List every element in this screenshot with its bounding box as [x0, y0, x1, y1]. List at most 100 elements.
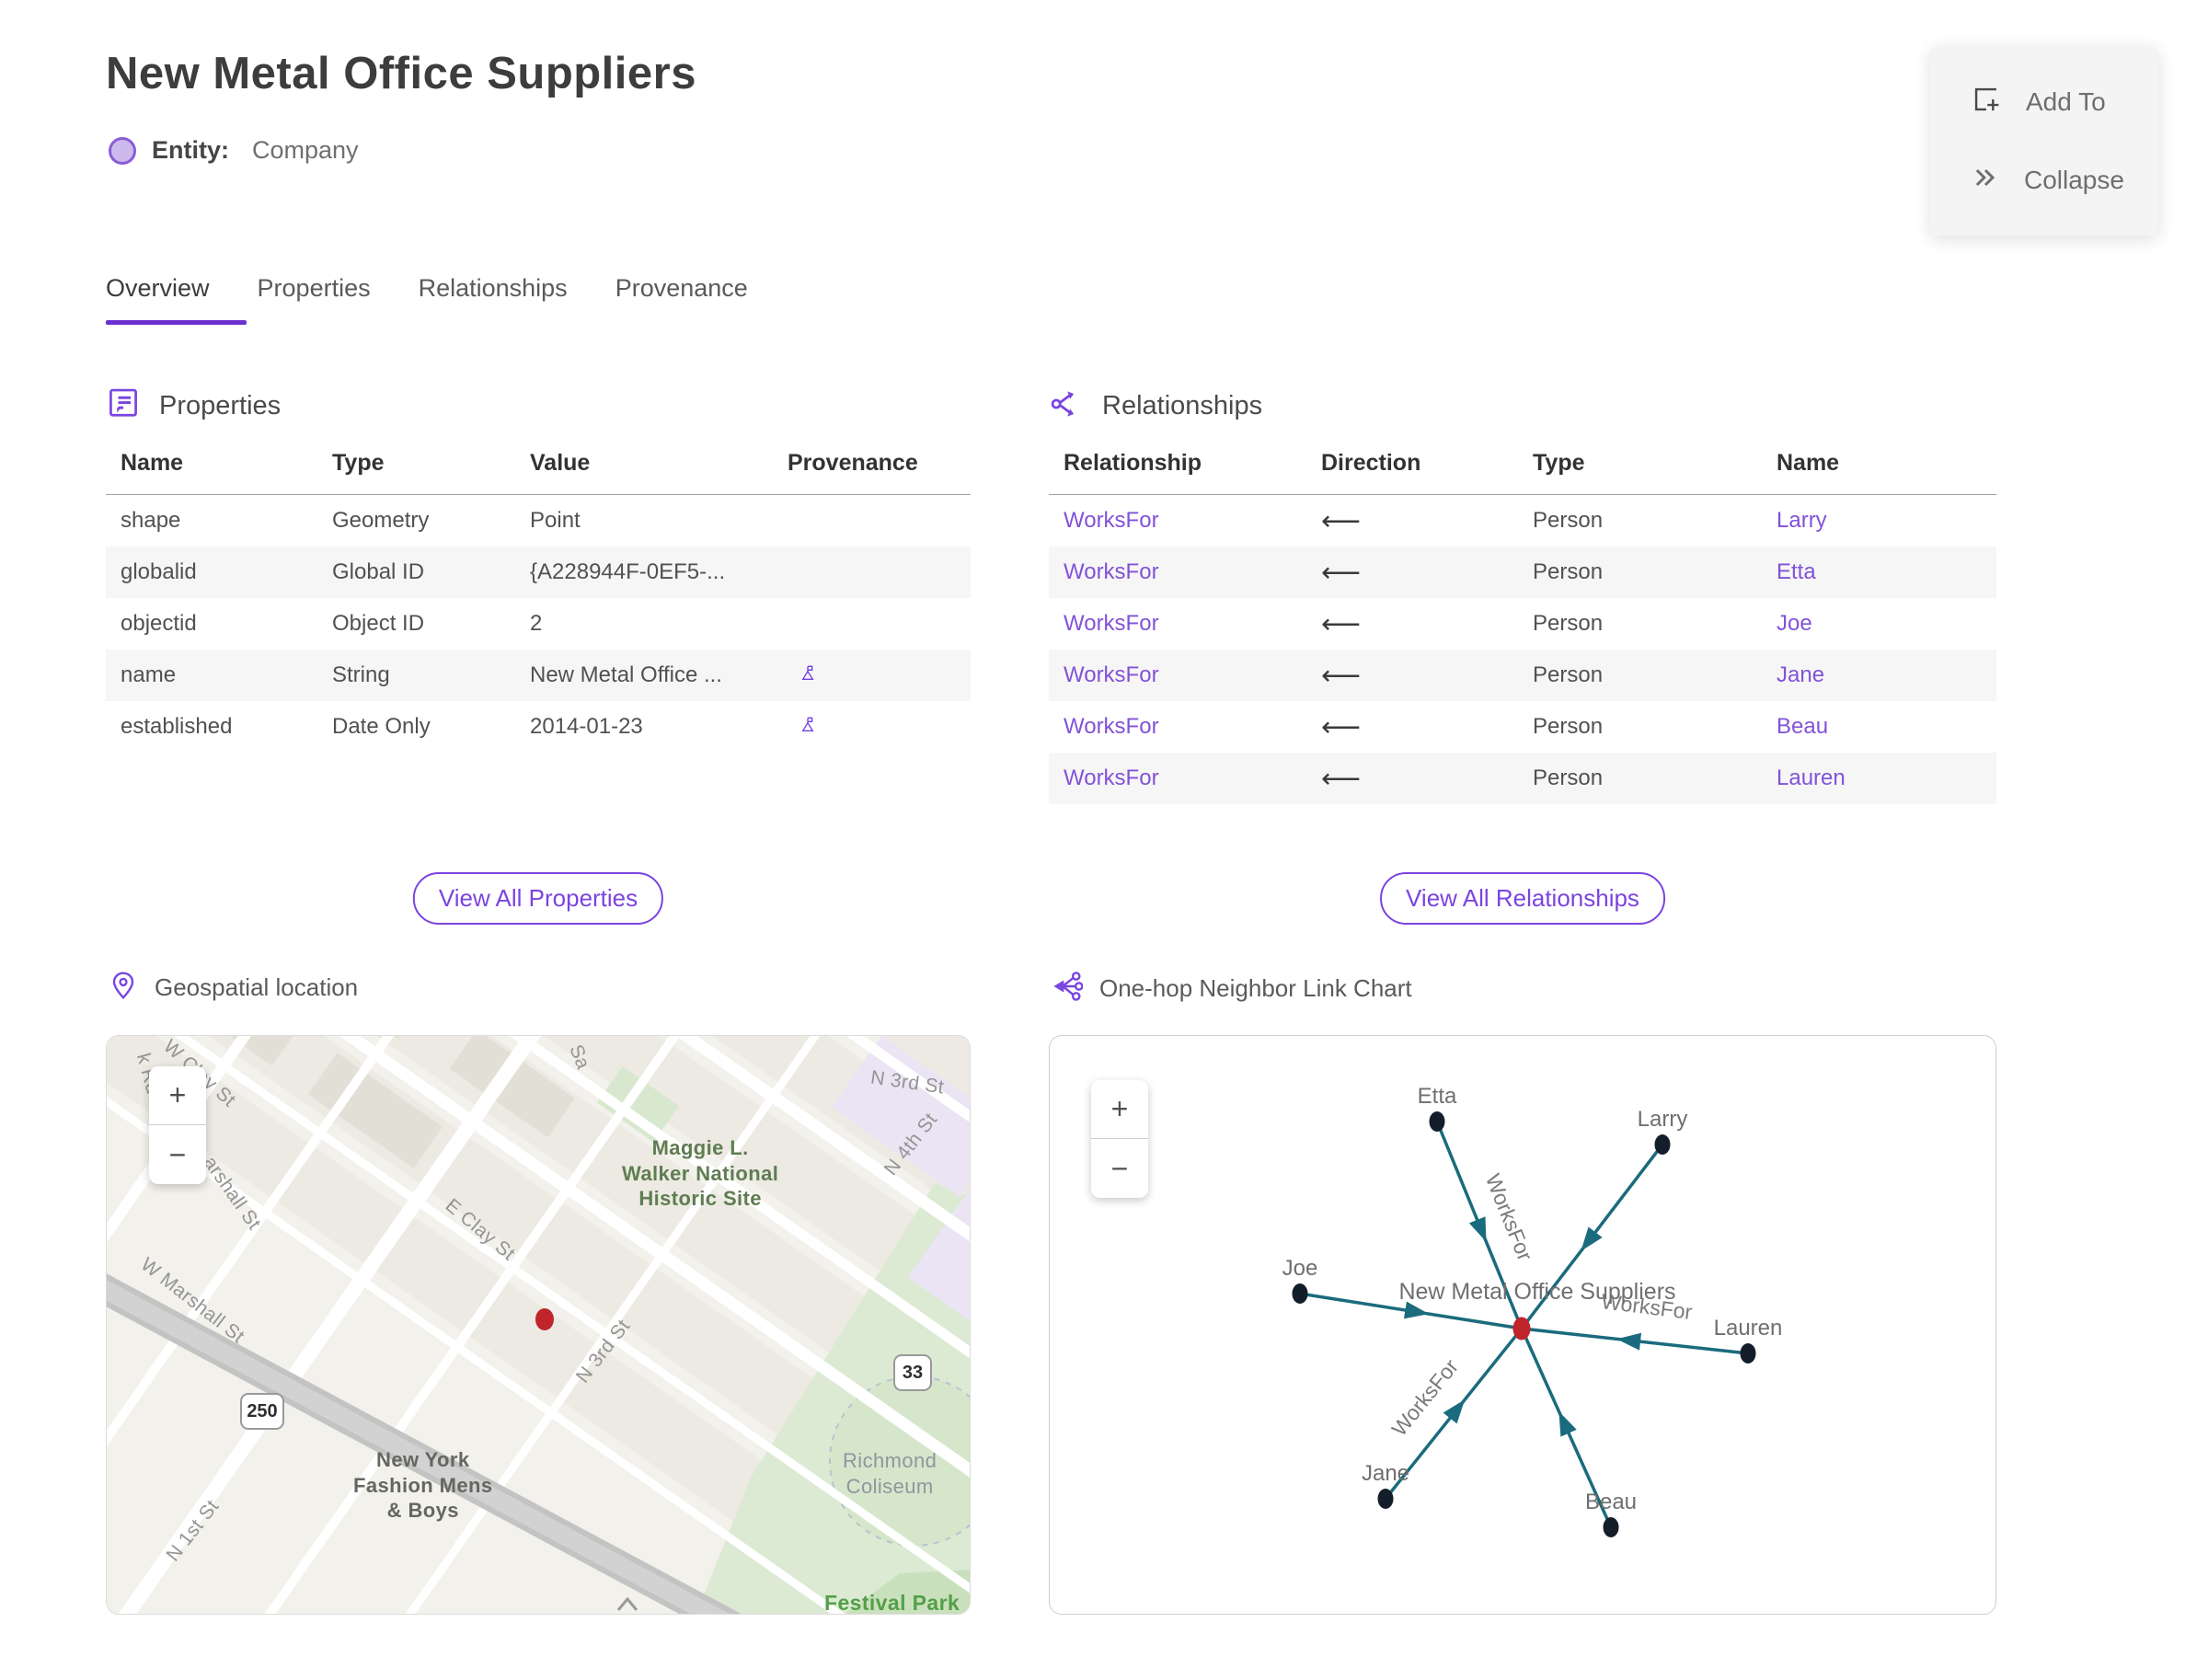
related-entity-link[interactable]: Larry — [1762, 508, 1996, 534]
node-larry[interactable] — [1654, 1134, 1671, 1155]
page-title: New Metal Office Suppliers — [106, 49, 696, 98]
property-row: name String New Metal Office ... — [106, 650, 971, 701]
relationship-link[interactable]: WorksFor — [1049, 559, 1306, 585]
property-type-cell: Geometry — [332, 508, 430, 533]
property-value-cell: New Metal Office ... — [530, 662, 722, 687]
provenance-cell[interactable] — [773, 709, 971, 745]
relationship-link[interactable]: WorksFor — [1049, 765, 1306, 791]
center-node-label: New Metal Office Suppliers — [1398, 1279, 1675, 1305]
one-hop-link-chart-icon — [1052, 971, 1084, 1007]
col-value: Value — [530, 450, 591, 476]
tab-relationships[interactable]: Relationships — [419, 274, 568, 325]
relationships-section-header: Relationships — [1049, 386, 1262, 426]
relationship-row: WorksFor ⟵ Person Jane — [1049, 650, 1996, 701]
relationship-row: WorksFor ⟵ Person Beau — [1049, 701, 1996, 753]
map-zoom-out-button[interactable]: − — [149, 1125, 206, 1184]
relationship-type-cell: Person — [1533, 508, 1604, 533]
property-type-cell: Date Only — [332, 714, 431, 739]
relationship-type-cell: Person — [1533, 662, 1604, 687]
node-joe[interactable] — [1292, 1283, 1308, 1304]
provenance-cell[interactable] — [773, 658, 971, 694]
node-beau[interactable] — [1603, 1517, 1619, 1537]
basemap — [107, 1036, 970, 1614]
direction-arrow: ⟵ — [1321, 557, 1362, 588]
related-entity-link[interactable]: Etta — [1762, 559, 1996, 585]
collapse-label: Collapse — [2024, 166, 2124, 194]
relationship-row: WorksFor ⟵ Person Etta — [1049, 547, 1996, 598]
edge-arrowhead — [1558, 1410, 1577, 1437]
property-row: globalid Global ID {A228944F-0EF5-... — [106, 547, 971, 598]
entity-type-icon — [109, 136, 136, 165]
property-type-cell: Global ID — [332, 559, 425, 584]
map-zoom-in-button[interactable]: + — [149, 1066, 206, 1125]
collapse-button[interactable]: Collapse — [1971, 163, 2158, 199]
tab-overview[interactable]: Overview — [106, 274, 246, 325]
chart-zoom-control: + − — [1091, 1080, 1148, 1198]
add-to-label: Add To — [2026, 87, 2106, 116]
relationship-link[interactable]: WorksFor — [1049, 662, 1306, 688]
col-provenance: Provenance — [788, 450, 918, 476]
entity-row: Entity: Company — [109, 136, 359, 165]
provenance-flag-icon[interactable] — [788, 709, 815, 739]
view-all-relationships-button[interactable]: View All Relationships — [1380, 872, 1665, 925]
node-lauren[interactable] — [1740, 1343, 1756, 1364]
property-value-cell: Point — [530, 508, 581, 533]
related-entity-link[interactable]: Lauren — [1762, 765, 1996, 791]
center-node[interactable] — [1512, 1317, 1531, 1341]
properties-table: Name Type Value Provenance shape Geometry… — [106, 432, 971, 753]
link-chart-section-header: One-hop Neighbor Link Chart — [1052, 971, 1412, 1007]
link-chart-canvas[interactable]: WorksFor WorksFor WorksFor Etta Larry Joe Laur… — [1049, 1035, 1996, 1615]
node-label: Larry — [1638, 1107, 1688, 1132]
related-entity-link[interactable]: Jane — [1762, 662, 1996, 688]
relationship-row: WorksFor ⟵ Person Larry — [1049, 495, 1996, 547]
relationship-type-cell: Person — [1533, 611, 1604, 636]
properties-section-title: Properties — [159, 391, 282, 420]
double-chevron-right-icon — [1971, 163, 2000, 199]
add-to-button[interactable]: Add To — [1971, 84, 2158, 121]
edge-arrowhead — [1581, 1226, 1603, 1251]
map-canvas[interactable]: k RdW Clay StSaN 3rd StMaggie L. Walker … — [106, 1035, 971, 1615]
col-type: Type — [332, 450, 385, 476]
relationship-link[interactable]: WorksFor — [1049, 714, 1306, 740]
relationship-link[interactable]: WorksFor — [1049, 611, 1306, 637]
property-name-cell: globalid — [121, 559, 197, 584]
node-jane[interactable] — [1377, 1489, 1394, 1509]
property-name-cell: name — [121, 662, 177, 687]
map-location-marker — [535, 1308, 554, 1330]
property-value-cell: 2014-01-23 — [530, 714, 643, 739]
relationships-icon — [1049, 386, 1084, 426]
map-zoom-control: + − — [149, 1066, 206, 1184]
tab-provenance[interactable]: Provenance — [615, 274, 748, 325]
node-label: Etta — [1418, 1084, 1457, 1109]
property-row: objectid Object ID 2 — [106, 598, 971, 650]
property-value-cell: 2 — [530, 611, 543, 636]
property-name-cell: established — [121, 714, 233, 739]
tab-properties[interactable]: Properties — [258, 274, 371, 325]
actions-card: Add To Collapse — [1930, 46, 2158, 236]
provenance-flag-icon[interactable] — [788, 658, 815, 687]
properties-icon — [106, 386, 141, 426]
map-pin-icon — [109, 971, 138, 1005]
col-name: Name — [121, 450, 184, 476]
relationships-section-title: Relationships — [1102, 391, 1263, 420]
property-value-cell: {A228944F-0EF5-... — [530, 559, 726, 584]
relationship-link[interactable]: WorksFor — [1049, 508, 1306, 534]
node-label: Jane — [1362, 1461, 1409, 1486]
edge-arrowhead — [1468, 1216, 1487, 1242]
chart-zoom-out-button[interactable]: − — [1091, 1139, 1148, 1198]
node-etta[interactable] — [1429, 1111, 1445, 1132]
relationships-table: Relationship Direction Type Name WorksFo… — [1049, 432, 1996, 804]
chart-zoom-in-button[interactable]: + — [1091, 1080, 1148, 1139]
properties-section-header: Properties — [106, 386, 281, 426]
direction-arrow: ⟵ — [1321, 505, 1362, 536]
col-type: Type — [1533, 450, 1585, 476]
relationship-row: WorksFor ⟵ Person Lauren — [1049, 753, 1996, 804]
edge-label: WorksFor — [1386, 1354, 1463, 1441]
related-entity-link[interactable]: Beau — [1762, 714, 1996, 740]
related-entity-link[interactable]: Joe — [1762, 611, 1996, 637]
view-all-properties-button[interactable]: View All Properties — [412, 872, 664, 925]
col-name: Name — [1777, 450, 1840, 476]
node-label: Lauren — [1714, 1316, 1783, 1341]
entity-type-value: Company — [252, 136, 359, 164]
properties-table-header: Name Type Value Provenance — [106, 432, 971, 495]
